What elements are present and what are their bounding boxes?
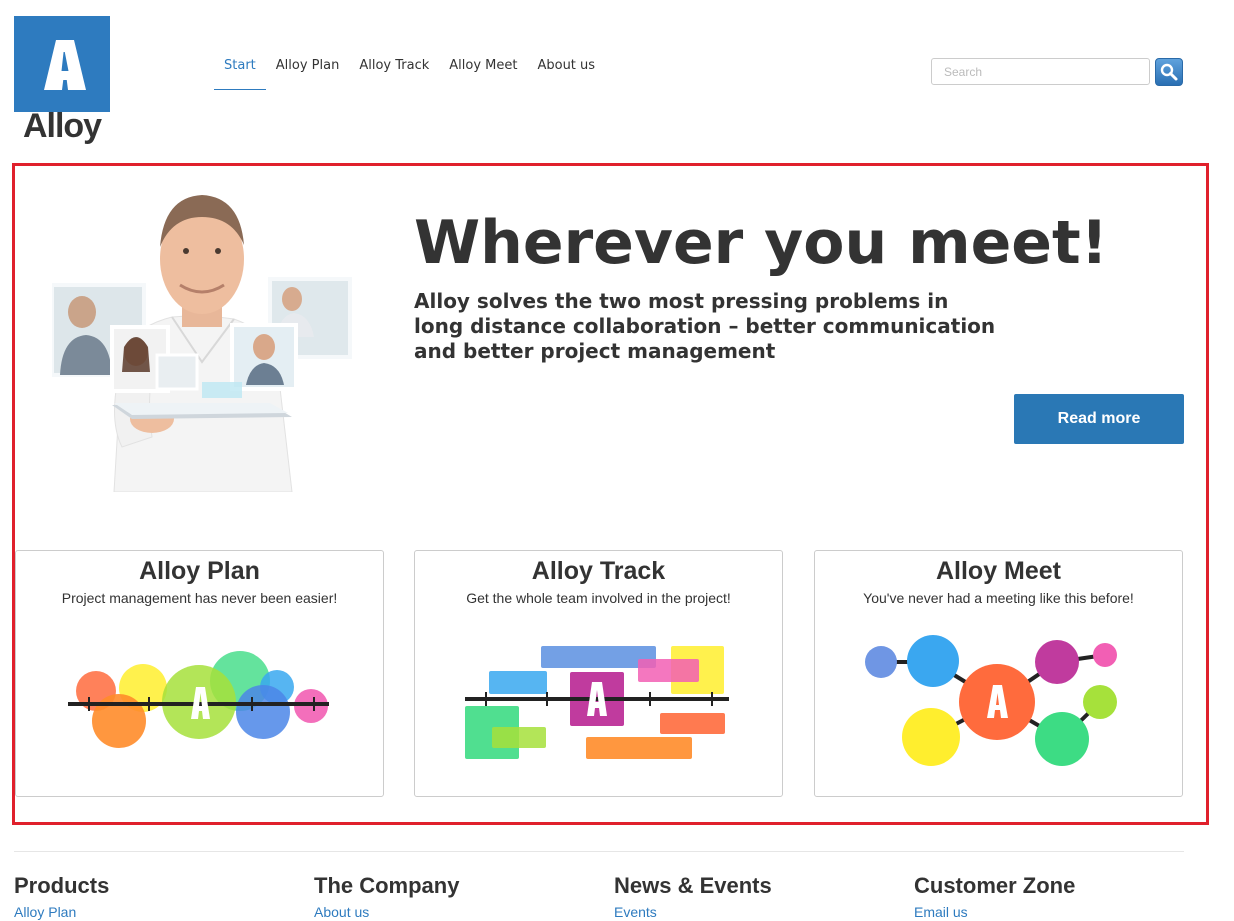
footer-heading: The Company bbox=[314, 873, 460, 898]
card-alloy-plan[interactable]: Alloy Plan Project management has never … bbox=[15, 550, 384, 797]
alloy-meet-illustration bbox=[865, 635, 1117, 766]
nav-item-alloy-track[interactable]: Alloy Track bbox=[349, 56, 439, 90]
footer-heading: Customer Zone bbox=[914, 873, 1076, 898]
search-icon bbox=[1160, 63, 1178, 81]
hero-title: Wherever you meet! bbox=[414, 208, 1109, 278]
main-nav: Start Alloy Plan Alloy Track Alloy Meet … bbox=[214, 56, 605, 90]
logo-wordmark: Alloy bbox=[22, 107, 102, 145]
nav-item-alloy-plan[interactable]: Alloy Plan bbox=[266, 56, 350, 90]
footer-column-company: The Company About us bbox=[314, 872, 459, 921]
footer-column-products: Products Alloy Plan bbox=[14, 872, 109, 921]
footer-link[interactable]: About us bbox=[314, 903, 459, 921]
card-alloy-meet[interactable]: Alloy Meet You've never had a meeting li… bbox=[814, 550, 1183, 797]
footer-column-customer-zone: Customer Zone Email us bbox=[914, 872, 1075, 921]
alloy-track-illustration bbox=[465, 646, 729, 759]
hero-subtitle: Alloy solves the two most pressing probl… bbox=[414, 289, 996, 363]
search-input[interactable] bbox=[931, 58, 1150, 85]
read-more-button[interactable]: Read more bbox=[1014, 394, 1184, 444]
footer-heading: Products bbox=[14, 873, 110, 898]
nav-item-alloy-meet[interactable]: Alloy Meet bbox=[439, 56, 527, 90]
footer-divider bbox=[14, 851, 1184, 852]
hero-image bbox=[52, 195, 352, 492]
footer-link[interactable]: Email us bbox=[914, 903, 1075, 921]
alloy-logo[interactable]: Alloy bbox=[14, 16, 110, 145]
logo-a-icon bbox=[44, 40, 86, 90]
footer-link[interactable]: Alloy Plan bbox=[14, 903, 109, 921]
footer-heading: News & Events bbox=[614, 873, 772, 898]
nav-item-about-us[interactable]: About us bbox=[527, 56, 605, 90]
alloy-plan-illustration bbox=[68, 651, 329, 748]
footer-link[interactable]: Events bbox=[614, 903, 772, 921]
search-button[interactable] bbox=[1155, 58, 1183, 86]
nav-item-start[interactable]: Start bbox=[214, 56, 266, 90]
footer-column-news-events: News & Events Events bbox=[614, 872, 772, 921]
logo-mark bbox=[14, 16, 110, 112]
card-alloy-track[interactable]: Alloy Track Get the whole team involved … bbox=[414, 550, 783, 797]
